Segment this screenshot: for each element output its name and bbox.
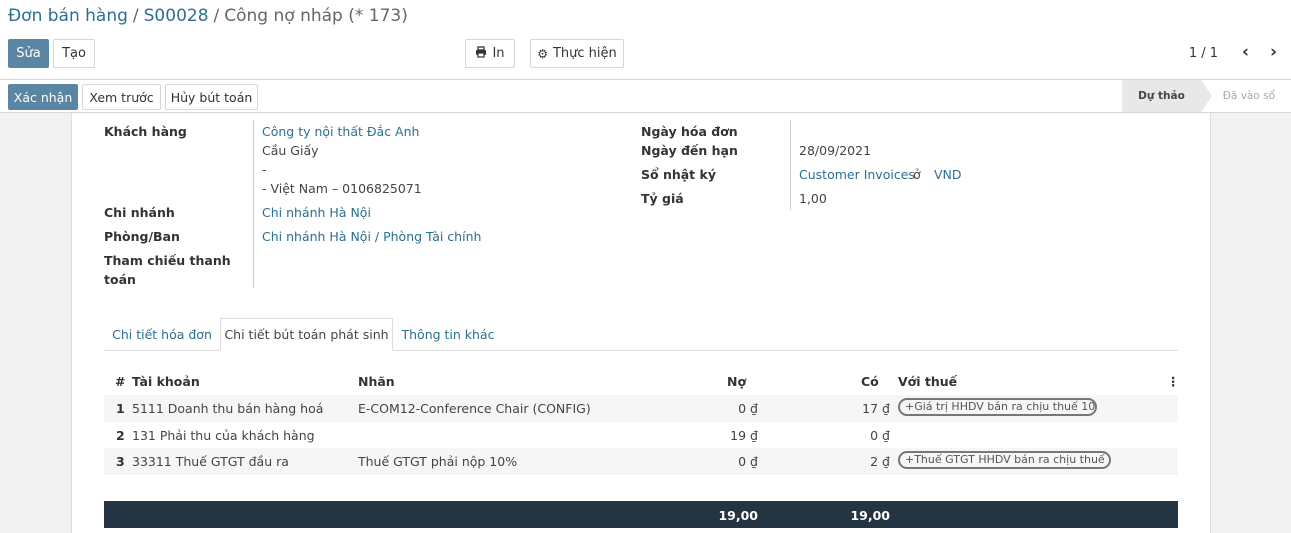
confirm-button[interactable]: Xác nhận (8, 84, 78, 110)
cancel-entry-button[interactable]: Hủy bút toán (165, 84, 258, 110)
action-button[interactable]: ⚙ Thực hiện (530, 39, 624, 68)
statusbar: Xác nhận Xem trước Hủy bút toán Dự thảo … (0, 79, 1291, 113)
stage-pipeline: Dự thảo Đã vào sổ (1122, 80, 1291, 112)
stage-draft: Dự thảo (1122, 80, 1212, 112)
row-account: 5111 Doanh thu bán hàng hoá (132, 401, 324, 416)
journal-value[interactable]: Customer Invoices (799, 167, 915, 182)
stage-posted[interactable]: Đã vào sổ (1200, 80, 1291, 112)
divider (253, 120, 254, 288)
kebab-vertical-icon[interactable]: ⋮ (1167, 374, 1180, 389)
col-debit-header[interactable]: Nợ (727, 374, 746, 389)
table-row[interactable]: 3 33311 Thuế GTGT đầu ra Thuế GTGT phải … (104, 448, 1178, 475)
create-button[interactable]: Tạo (53, 39, 95, 68)
customer-address-line: - (262, 162, 267, 177)
customer-address-line: Cầu Giấy (262, 143, 319, 158)
breadcrumb-order[interactable]: S00028 (144, 6, 209, 26)
print-label: In (492, 46, 505, 61)
table-row[interactable]: 2 131 Phải thu của khách hàng 19 ₫ 0 ₫ (104, 422, 1178, 449)
rate-label: Tỷ giá (641, 191, 684, 206)
breadcrumb-current: Công nợ nháp (* 173) (224, 6, 408, 26)
tab-other-info[interactable]: Thông tin khác (393, 318, 503, 351)
col-tax-header[interactable]: Với thuế (898, 374, 957, 389)
breadcrumb: Đơn bán hàng / S00028/Công nợ nháp (* 173) (8, 6, 408, 26)
print-button[interactable]: In (465, 39, 515, 68)
row-credit: 2 ₫ (870, 454, 890, 469)
row-account: 33311 Thuế GTGT đầu ra (132, 454, 289, 469)
row-num: 2 (116, 428, 125, 443)
customer-name[interactable]: Công ty nội thất Đắc Anh (262, 124, 419, 139)
invoice-date-label: Ngày hóa đơn (641, 124, 738, 139)
row-credit: 17 ₫ (862, 401, 890, 416)
pager-value[interactable]: 1 / 1 (1189, 46, 1218, 61)
customer-label: Khách hàng (104, 124, 187, 139)
journal-in-text: ở (913, 167, 921, 182)
chevron-right-icon[interactable]: › (1270, 42, 1277, 62)
row-debit: 0 ₫ (738, 454, 758, 469)
row-credit: 0 ₫ (870, 428, 890, 443)
edit-button[interactable]: Sửa (8, 39, 49, 68)
divider (790, 120, 791, 210)
customer-address-line: - Việt Nam – 0106825071 (262, 181, 422, 196)
row-account: 131 Phải thu của khách hàng (132, 428, 315, 443)
row-num: 1 (116, 401, 125, 416)
due-date-label: Ngày đến hạn (641, 143, 738, 158)
preview-button[interactable]: Xem trước (82, 84, 161, 110)
col-account-header[interactable]: Tài khoản (132, 374, 200, 389)
col-num-header: # (115, 374, 126, 389)
payment-reference-label: Tham chiếu thanh (104, 253, 231, 268)
due-date-value[interactable]: 28/09/2021 (799, 143, 871, 158)
row-label: E-COM12-Conference Chair (CONFIG) (358, 401, 591, 416)
printer-icon (475, 46, 487, 61)
breadcrumb-sales-orders[interactable]: Đơn bán hàng (8, 6, 128, 26)
tab-invoice-lines[interactable]: Chi tiết hóa đơn (104, 318, 220, 351)
journal-label: Sổ nhật ký (641, 167, 716, 182)
row-num: 3 (116, 454, 125, 469)
rate-value[interactable]: 1,00 (799, 191, 827, 206)
department-value[interactable]: Chi nhánh Hà Nội / Phòng Tài chính (262, 229, 481, 244)
totals-row: 19,00 19,00 (104, 501, 1178, 528)
tax-tag[interactable]: +Thuế GTGT HHDV bán ra chịu thuế ... (898, 451, 1111, 469)
breadcrumb-separator: / (132, 6, 139, 26)
row-label: Thuế GTGT phải nộp 10% (358, 454, 518, 469)
total-debit: 19,00 (718, 508, 758, 523)
table-row[interactable]: 1 5111 Doanh thu bán hàng hoá E-COM12-Co… (104, 395, 1178, 422)
breadcrumb-separator: / (213, 6, 220, 26)
branch-label: Chi nhánh (104, 205, 175, 220)
col-label-header[interactable]: Nhãn (358, 374, 395, 389)
tax-tag[interactable]: +Giá trị HHDV bán ra chịu thuế 10% (898, 398, 1097, 416)
action-label: Thực hiện (552, 46, 617, 61)
branch-value[interactable]: Chi nhánh Hà Nội (262, 205, 371, 220)
gear-icon: ⚙ (537, 46, 548, 61)
chevron-left-icon[interactable]: ‹ (1242, 42, 1249, 62)
row-debit: 0 ₫ (738, 401, 758, 416)
currency-value[interactable]: VND (934, 167, 962, 182)
row-debit: 19 ₫ (730, 428, 758, 443)
tab-journal-items[interactable]: Chi tiết bút toán phát sinh (220, 318, 393, 351)
payment-reference-label: toán (104, 272, 136, 287)
department-label: Phòng/Ban (104, 229, 180, 244)
total-credit: 19,00 (850, 508, 890, 523)
col-credit-header[interactable]: Có (861, 374, 879, 389)
